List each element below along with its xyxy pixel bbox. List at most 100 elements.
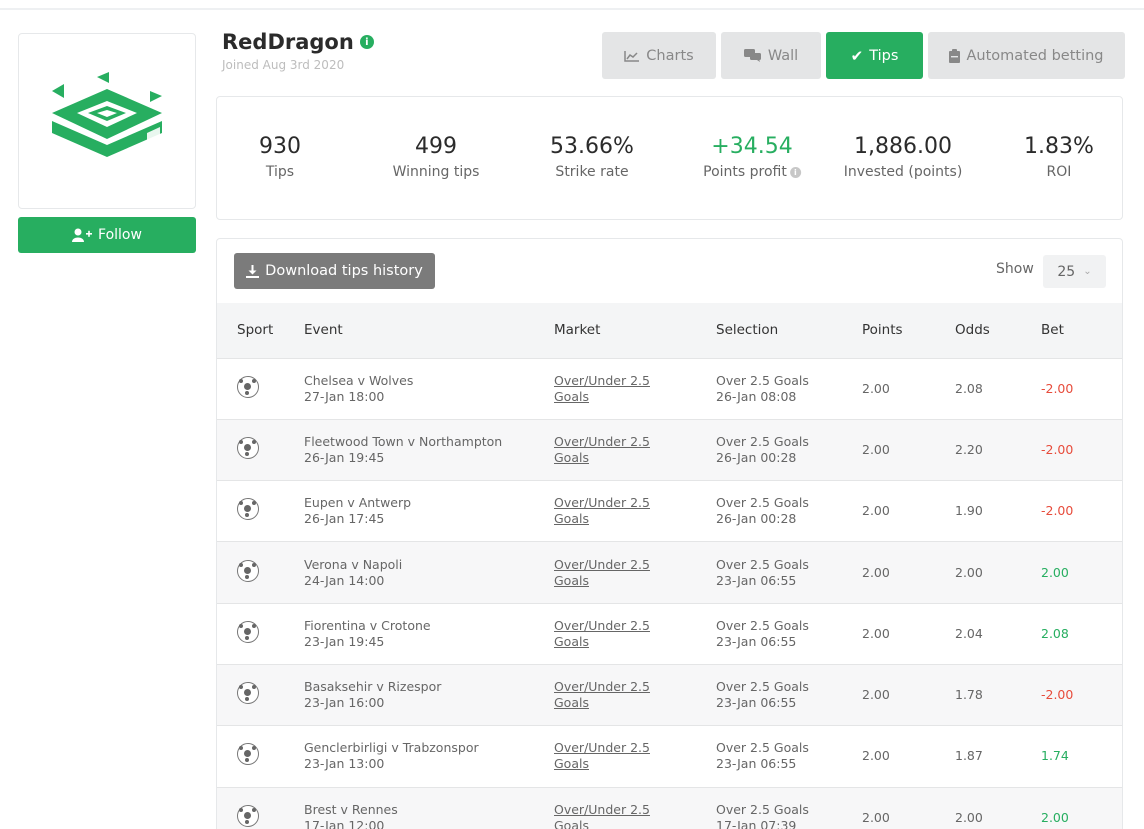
market-cell[interactable]: Over/Under 2.5 Goals — [554, 419, 716, 480]
tab-tips-label: Tips — [869, 47, 899, 64]
selection-name: Over 2.5 Goals — [716, 801, 809, 817]
market-link-2[interactable]: Goals — [554, 450, 716, 466]
points-cell: 2.00 — [862, 625, 890, 641]
market-link[interactable]: Over/Under 2.5 — [554, 618, 716, 634]
chevron-down-icon: ⌄ — [1083, 266, 1092, 277]
sport-cell — [217, 603, 304, 664]
sport-cell — [217, 419, 304, 480]
market-cell[interactable]: Over/Under 2.5 Goals — [554, 726, 716, 787]
stat-label: Points profit i — [703, 164, 801, 180]
odds-cell: 2.00 — [955, 809, 983, 825]
event-cell: Basaksehir v Rizespor 23-Jan 16:00 — [304, 664, 554, 725]
bet-cell: 2.08 — [1041, 625, 1069, 641]
event-cell: Fleetwood Town v Northampton 26-Jan 19:45 — [304, 419, 554, 480]
header-market[interactable]: Market — [554, 303, 716, 358]
market-link-2[interactable]: Goals — [554, 695, 716, 711]
clipboard-icon — [949, 48, 961, 63]
tab-automated-betting[interactable]: Automated betting — [928, 32, 1125, 79]
tab-charts[interactable]: Charts — [602, 32, 716, 79]
sport-cell — [217, 481, 304, 542]
stat-value: 1,886.00 — [854, 134, 952, 159]
stadium-logo-icon — [52, 72, 162, 157]
profile-avatar — [18, 33, 196, 209]
header-odds[interactable]: Odds — [955, 303, 1041, 358]
event-cell: Eupen v Antwerp 26-Jan 17:45 — [304, 481, 554, 542]
header-event[interactable]: Event — [304, 303, 554, 358]
market-link-2[interactable]: Goals — [554, 573, 716, 589]
bet-cell: 2.00 — [1041, 809, 1069, 825]
selection-name: Over 2.5 Goals — [716, 679, 809, 695]
market-link-2[interactable]: Goals — [554, 389, 716, 405]
odds-cell: 2.08 — [955, 380, 983, 396]
market-link[interactable]: Over/Under 2.5 — [554, 557, 716, 573]
header-points[interactable]: Points — [862, 303, 955, 358]
market-link[interactable]: Over/Under 2.5 — [554, 434, 716, 450]
market-link[interactable]: Over/Under 2.5 — [554, 679, 716, 695]
market-link-2[interactable]: Goals — [554, 818, 716, 829]
market-cell[interactable]: Over/Under 2.5 Goals — [554, 787, 716, 829]
sport-cell — [217, 542, 304, 603]
username-text: RedDragon — [222, 30, 354, 54]
tips-panel: Download tips history Show 25 ⌄ Sport Ev… — [216, 238, 1123, 829]
market-link-2[interactable]: Goals — [554, 634, 716, 650]
market-cell[interactable]: Over/Under 2.5 Goals — [554, 603, 716, 664]
header-sport[interactable]: Sport — [217, 303, 304, 358]
download-tips-button[interactable]: Download tips history — [234, 253, 435, 289]
tab-tips[interactable]: ✔ Tips — [826, 32, 923, 79]
market-cell[interactable]: Over/Under 2.5 Goals — [554, 481, 716, 542]
stat-roi: 1.83% ROI — [1024, 134, 1094, 180]
market-link[interactable]: Over/Under 2.5 — [554, 802, 716, 818]
table-row: Eupen v Antwerp 26-Jan 17:45 Over/Under 2… — [217, 480, 1122, 542]
stat-strike-rate: 53.66% Strike rate — [550, 134, 634, 180]
event-cell: Fiorentina v Crotone 23-Jan 19:45 — [304, 603, 554, 664]
page-size-select[interactable]: 25 ⌄ — [1043, 255, 1106, 288]
event-name: Fiorentina v Crotone — [304, 617, 431, 633]
points-cell: 2.00 — [862, 503, 890, 519]
stat-value: 53.66% — [550, 134, 634, 159]
points-cell: 2.00 — [862, 564, 890, 580]
selection-name: Over 2.5 Goals — [716, 372, 809, 388]
soccer-ball-icon — [237, 436, 259, 459]
stat-value: 930 — [259, 134, 301, 159]
odds-cell: 1.78 — [955, 687, 983, 703]
bet-cell: -2.00 — [1041, 503, 1074, 519]
show-label: Show — [996, 261, 1034, 277]
chart-icon — [624, 50, 640, 62]
stat-label-text: Tips — [265, 164, 295, 180]
market-link[interactable]: Over/Under 2.5 — [554, 495, 716, 511]
event-time: 26-Jan 19:45 — [304, 449, 385, 465]
stat-winning-tips: 499 Winning tips — [393, 134, 480, 180]
selection-name: Over 2.5 Goals — [716, 495, 809, 511]
market-cell[interactable]: Over/Under 2.5 Goals — [554, 542, 716, 603]
market-link[interactable]: Over/Under 2.5 — [554, 373, 716, 389]
odds-cell: 1.90 — [955, 503, 983, 519]
market-cell[interactable]: Over/Under 2.5 Goals — [554, 358, 716, 419]
odds-cell: 2.00 — [955, 564, 983, 580]
event-time: 24-Jan 14:00 — [304, 572, 385, 588]
stat-label: ROI — [1024, 164, 1094, 180]
event-time: 27-Jan 18:00 — [304, 388, 385, 404]
event-name: Chelsea v Wolves — [304, 372, 414, 388]
tab-automated-label: Automated betting — [966, 47, 1104, 64]
check-icon: ✔ — [850, 46, 864, 65]
stat-label-text: ROI — [1046, 164, 1072, 180]
event-time: 17-Jan 12:00 — [304, 817, 385, 829]
market-cell[interactable]: Over/Under 2.5 Goals — [554, 664, 716, 725]
market-link-2[interactable]: Goals — [554, 756, 716, 772]
selection-time: 23-Jan 06:55 — [716, 633, 797, 649]
header-selection[interactable]: Selection — [716, 303, 862, 358]
stat-tips: 930 Tips — [259, 134, 301, 180]
market-link[interactable]: Over/Under 2.5 — [554, 740, 716, 756]
market-link-2[interactable]: Goals — [554, 511, 716, 527]
table-row: Chelsea v Wolves 27-Jan 18:00 Over/Under … — [217, 358, 1122, 419]
download-icon — [246, 264, 260, 278]
follow-button[interactable]: Follow — [18, 217, 196, 253]
bet-cell: -2.00 — [1041, 687, 1074, 703]
info-icon[interactable]: i — [789, 166, 801, 178]
odds-cell: 2.04 — [955, 625, 983, 641]
selection-cell: Over 2.5 Goals 17-Jan 07:39 — [716, 787, 862, 829]
bet-cell: -2.00 — [1041, 380, 1074, 396]
tab-wall[interactable]: Wall — [721, 32, 821, 79]
selection-time: 26-Jan 00:28 — [716, 511, 797, 527]
header-bet[interactable]: Bet — [1041, 303, 1122, 358]
